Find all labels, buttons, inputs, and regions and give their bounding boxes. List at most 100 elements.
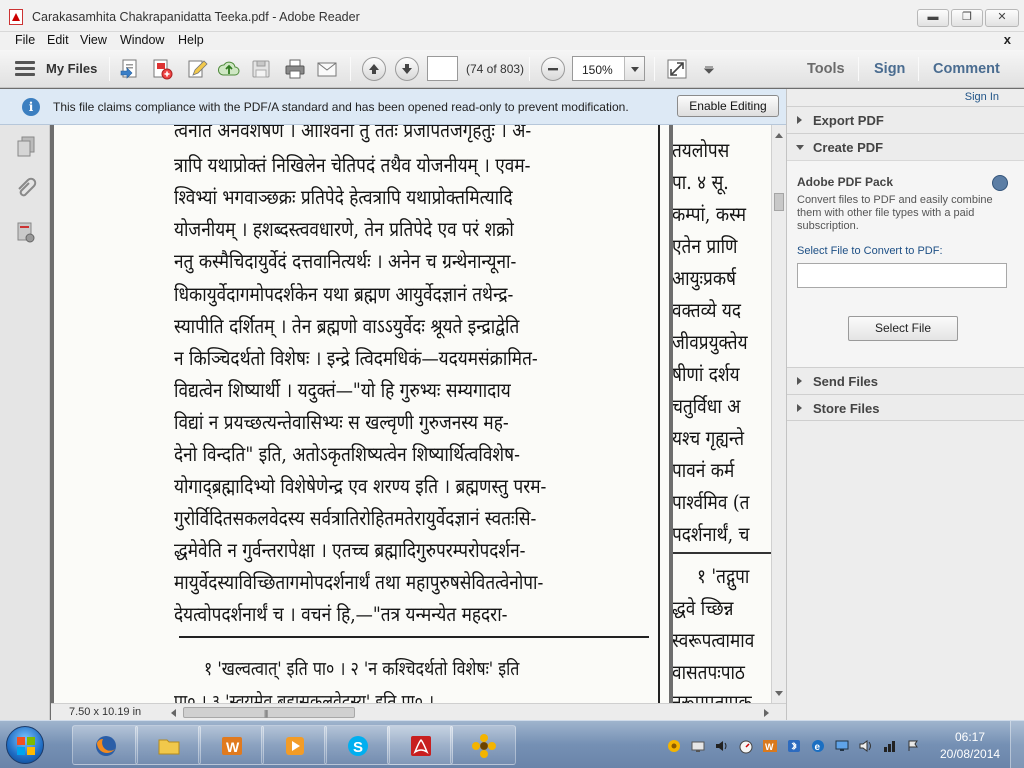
svg-text:S: S (353, 739, 363, 756)
footnote-divider (179, 636, 649, 638)
taskbar: W S W e 06:17 20/08/2014 (0, 720, 1024, 768)
clock-time: 06:17 (954, 730, 986, 744)
page-number-input[interactable] (427, 56, 458, 81)
tray-word-icon[interactable]: W (762, 738, 778, 754)
tools-pane-link[interactable]: Tools (807, 61, 845, 77)
horizontal-scrollbar[interactable]: ||| (171, 707, 769, 718)
tray-bluetooth-icon[interactable] (786, 738, 802, 754)
menu-help[interactable]: Help (178, 33, 204, 47)
arrow-up-icon (369, 64, 379, 74)
toolbar-options-icon[interactable] (697, 57, 715, 81)
footnote-line: १ 'खल्वत्वात्' इति पा० । २ 'न कश्चिदर्थत… (204, 658, 520, 680)
file-to-convert-input[interactable] (797, 263, 1007, 288)
next-page-line: द्धवे च्छिन्न (673, 596, 734, 620)
menu-edit[interactable]: Edit (47, 33, 69, 47)
tray-volume-icon[interactable] (714, 738, 730, 754)
word-icon: W (222, 737, 242, 755)
tray-speaker-icon[interactable] (858, 738, 874, 754)
signatures-icon[interactable] (14, 221, 38, 245)
scroll-right-icon[interactable] (764, 709, 769, 717)
page-thumbnails-icon[interactable] (14, 135, 38, 159)
select-file-label: Select File to Convert to PDF: (797, 245, 943, 257)
next-page-line: चतुर्विधा अ (673, 394, 741, 418)
chevron-right-icon (797, 116, 802, 124)
tools-pane: Sign In Export PDF Create PDF Adobe PDF … (786, 89, 1024, 720)
tray-network-icon[interactable] (690, 738, 706, 754)
upload-cloud-icon[interactable] (217, 57, 241, 81)
sign-in-link[interactable]: Sign In (965, 91, 999, 103)
taskbar-explorer[interactable] (135, 725, 201, 765)
scroll-left-icon[interactable] (171, 709, 176, 717)
menu-view[interactable]: View (80, 33, 107, 47)
next-page-line: पावनं कर्म (673, 458, 735, 482)
windows-logo-icon (17, 737, 35, 755)
create-pdf-section[interactable]: Create PDF (787, 133, 1024, 160)
document-view[interactable]: त्वनात अनवशेषण । आश्विना तु ततः प्रजापते… (51, 125, 771, 703)
create-pdf-icon[interactable] (118, 57, 142, 81)
tray-speedometer-icon[interactable] (738, 738, 754, 754)
scroll-up-icon[interactable] (775, 133, 783, 138)
store-files-section[interactable]: Store Files (787, 394, 1024, 421)
page-text-line: न किञ्चिदर्थतो विशेषः । इन्द्रे त्विदमधि… (174, 346, 538, 370)
toolbar-divider (350, 57, 351, 81)
adobe-reader-icon (411, 736, 431, 756)
flower-app-icon (472, 734, 496, 758)
edit-pdf-icon[interactable] (185, 57, 209, 81)
taskbar-clock[interactable]: 06:17 20/08/2014 (940, 729, 1000, 763)
page-text-line: योगाद्ब्रह्मादिभ्यो विशेषेणेन्द्र एव शरण… (174, 474, 547, 498)
maximize-button[interactable]: ❐ (951, 9, 983, 27)
taskbar-app[interactable] (450, 725, 516, 765)
chevron-down-icon[interactable] (624, 57, 644, 80)
folder-icon (158, 739, 180, 755)
next-page-line: वक्तव्ये यद (673, 298, 742, 322)
close-window-button[interactable]: ✕ (985, 9, 1019, 27)
menu-file[interactable]: File (15, 33, 35, 47)
next-page-line: आयुःप्रकर्ष (673, 266, 736, 290)
toolbar-divider (858, 57, 859, 81)
start-button[interactable] (6, 726, 44, 764)
minimize-button[interactable]: ▬ (917, 9, 949, 27)
fit-page-icon[interactable] (665, 57, 689, 81)
next-page-button[interactable] (395, 57, 419, 81)
vertical-scrollbar[interactable] (771, 125, 786, 703)
print-icon[interactable] (283, 57, 307, 81)
tray-ie-icon[interactable]: e (810, 738, 826, 754)
tray-action-center-icon[interactable] (906, 738, 922, 754)
taskbar-firefox[interactable] (72, 725, 138, 765)
save-icon[interactable] (249, 57, 273, 81)
menu-window[interactable]: Window (120, 33, 164, 47)
svg-text:W: W (765, 742, 774, 752)
scrollbar-thumb[interactable] (774, 193, 784, 211)
next-page-line: पदर्शनार्थं, च (673, 522, 750, 546)
scroll-down-icon[interactable] (775, 691, 783, 696)
tray-connection-icon[interactable] (882, 738, 898, 754)
tray-display-icon[interactable] (834, 738, 850, 754)
taskbar-media-player[interactable] (261, 725, 327, 765)
next-page-line: षीणां दर्शय (673, 362, 740, 386)
email-icon[interactable] (315, 57, 339, 81)
create-pdf-panel: Adobe PDF Pack Convert files to PDF and … (787, 160, 1024, 368)
zoom-out-button[interactable] (541, 57, 565, 81)
svg-text:e: e (815, 742, 821, 753)
send-files-section[interactable]: Send Files (787, 367, 1024, 394)
sign-pane-link[interactable]: Sign (874, 61, 905, 77)
attachments-paperclip-icon[interactable] (14, 177, 38, 201)
close-document-button[interactable]: x (1004, 32, 1011, 47)
comment-pane-link[interactable]: Comment (933, 61, 1000, 77)
taskbar-adobe-reader[interactable] (387, 725, 453, 765)
scrollbar-thumb[interactable]: ||| (183, 707, 355, 718)
select-file-button[interactable]: Select File (848, 316, 958, 341)
show-desktop-button[interactable] (1010, 721, 1024, 768)
toolbar: My Files (74 of 803) 150% Tools Sign Com… (0, 50, 1024, 88)
taskbar-word[interactable]: W (198, 725, 264, 765)
taskbar-skype[interactable]: S (324, 725, 390, 765)
previous-page-button[interactable] (362, 57, 386, 81)
tray-flower-icon[interactable] (666, 738, 682, 754)
zoom-level-select[interactable]: 150% (572, 56, 645, 81)
export-pdf-icon[interactable] (150, 57, 174, 81)
my-files-button[interactable]: My Files (46, 61, 97, 76)
pdf-pack-icon[interactable] (992, 175, 1008, 191)
menu-hamburger-icon[interactable] (15, 61, 35, 77)
enable-editing-button[interactable]: Enable Editing (677, 95, 779, 117)
export-pdf-section[interactable]: Export PDF (787, 106, 1024, 133)
